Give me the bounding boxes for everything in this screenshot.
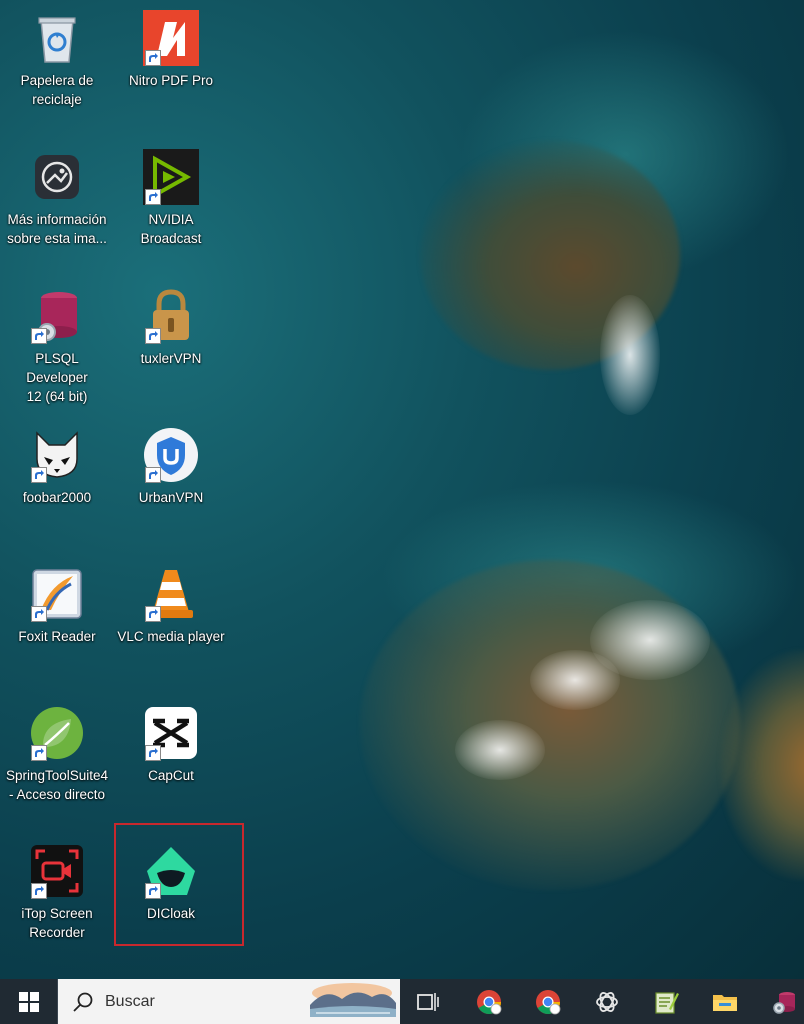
plsql-developer-taskbar-button[interactable]	[756, 979, 804, 1024]
desktop-icon-image-info[interactable]: Más información sobre esta ima...	[3, 143, 111, 269]
search-highlight-landscape-icon	[306, 981, 398, 1022]
desktop-icon-foxit-reader[interactable]: Foxit Reader	[3, 560, 111, 686]
shortcut-arrow-icon	[145, 50, 161, 66]
shortcut-arrow-icon	[31, 883, 47, 899]
chrome-button-2[interactable]	[520, 979, 576, 1024]
desktop-icon-label: PLSQL Developer 12 (64 bit)	[26, 351, 88, 404]
desktop-icon-recycle-bin[interactable]: Papelera de reciclaje	[3, 4, 111, 130]
desktop-background: Papelera de reciclaje Más información so…	[0, 0, 804, 979]
file-explorer-button[interactable]	[697, 979, 753, 1024]
desktop-icon-label: UrbanVPN	[138, 490, 204, 505]
desktop-icon-label: Nitro PDF Pro	[128, 73, 213, 88]
shortcut-arrow-icon	[31, 467, 47, 483]
capcut-icon	[143, 705, 199, 761]
database-icon	[29, 288, 85, 344]
selection-highlight	[114, 823, 244, 946]
desktop-icon-label: Foxit Reader	[18, 629, 96, 644]
desktop-icon-vlc-media-player[interactable]: VLC media player	[117, 560, 225, 686]
spring-leaf-icon	[29, 705, 85, 761]
screen-recorder-icon	[29, 843, 85, 899]
desktop-icon-label: CapCut	[148, 768, 194, 783]
traffic-cone-icon	[143, 566, 199, 622]
desktop-icon-plsql-developer[interactable]: PLSQL Developer 12 (64 bit)	[3, 282, 111, 408]
desktop-icon-capcut[interactable]: CapCut	[117, 699, 225, 825]
desktop-icon-label: NVIDIA Broadcast	[140, 212, 202, 246]
windows-logo-icon	[19, 992, 39, 1012]
chrome-icon	[477, 990, 502, 1015]
foxit-reader-icon	[29, 566, 85, 622]
shortcut-arrow-icon	[145, 745, 161, 761]
wallpaper-foam	[600, 295, 660, 415]
shortcut-arrow-icon	[31, 745, 47, 761]
openai-knot-icon	[596, 992, 618, 1012]
desktop-icon-label: VLC media player	[117, 629, 225, 644]
search-icon	[73, 992, 93, 1012]
shortcut-arrow-icon	[145, 606, 161, 622]
search-placeholder: Buscar	[105, 993, 155, 1010]
wallpaper-foam	[455, 720, 545, 780]
desktop-icon-label: Papelera de reciclaje	[20, 73, 94, 107]
desktop-icon-label: iTop Screen Recorder	[21, 906, 93, 940]
shortcut-arrow-icon	[31, 606, 47, 622]
chrome-button[interactable]	[461, 979, 517, 1024]
desktop-icon-foobar2000[interactable]: foobar2000	[3, 421, 111, 547]
shortcut-arrow-icon	[31, 328, 47, 344]
desktop-icon-urbanvpn[interactable]: UrbanVPN	[117, 421, 225, 547]
shield-icon	[143, 427, 199, 483]
desktop-icon-itop-screen-recorder[interactable]: iTop Screen Recorder	[3, 837, 111, 963]
foobar-cat-icon	[29, 427, 85, 483]
database-gear-icon	[773, 992, 795, 1014]
shortcut-arrow-icon	[145, 328, 161, 344]
desktop-icon-label: tuxlerVPN	[140, 351, 202, 366]
desktop-icon-label: foobar2000	[22, 490, 92, 505]
taskbar-search-box[interactable]: Buscar	[57, 979, 400, 1024]
camera-info-icon	[29, 149, 85, 205]
desktop-icon-nitro-pdf-pro[interactable]: Nitro PDF Pro	[117, 4, 225, 130]
nvidia-broadcast-icon	[143, 149, 199, 205]
desktop-icon-nvidia-broadcast[interactable]: NVIDIA Broadcast	[117, 143, 225, 269]
task-view-icon	[417, 993, 439, 1011]
start-button[interactable]	[0, 979, 57, 1024]
notepad-plus-button[interactable]	[638, 979, 694, 1024]
chatgpt-button[interactable]	[579, 979, 635, 1024]
shortcut-arrow-icon	[145, 189, 161, 205]
desktop-icon-label: SpringToolSuite4 - Acceso directo	[5, 768, 109, 802]
recycle-bin-icon	[29, 10, 85, 66]
task-view-button[interactable]	[399, 979, 455, 1024]
wallpaper-foam	[530, 650, 620, 710]
padlock-icon	[143, 288, 199, 344]
desktop-icon-springtoolsuite4[interactable]: SpringToolSuite4 - Acceso directo	[3, 699, 111, 825]
shortcut-arrow-icon	[145, 467, 161, 483]
folder-icon	[713, 995, 737, 1011]
desktop-icon-tuxlervpn[interactable]: tuxlerVPN	[117, 282, 225, 408]
nitro-pdf-icon	[143, 10, 199, 66]
taskbar: Buscar	[0, 979, 804, 1024]
chrome-icon	[536, 990, 561, 1015]
notepad-plus-icon	[655, 992, 679, 1014]
desktop-icon-label: Más información sobre esta ima...	[7, 212, 107, 246]
